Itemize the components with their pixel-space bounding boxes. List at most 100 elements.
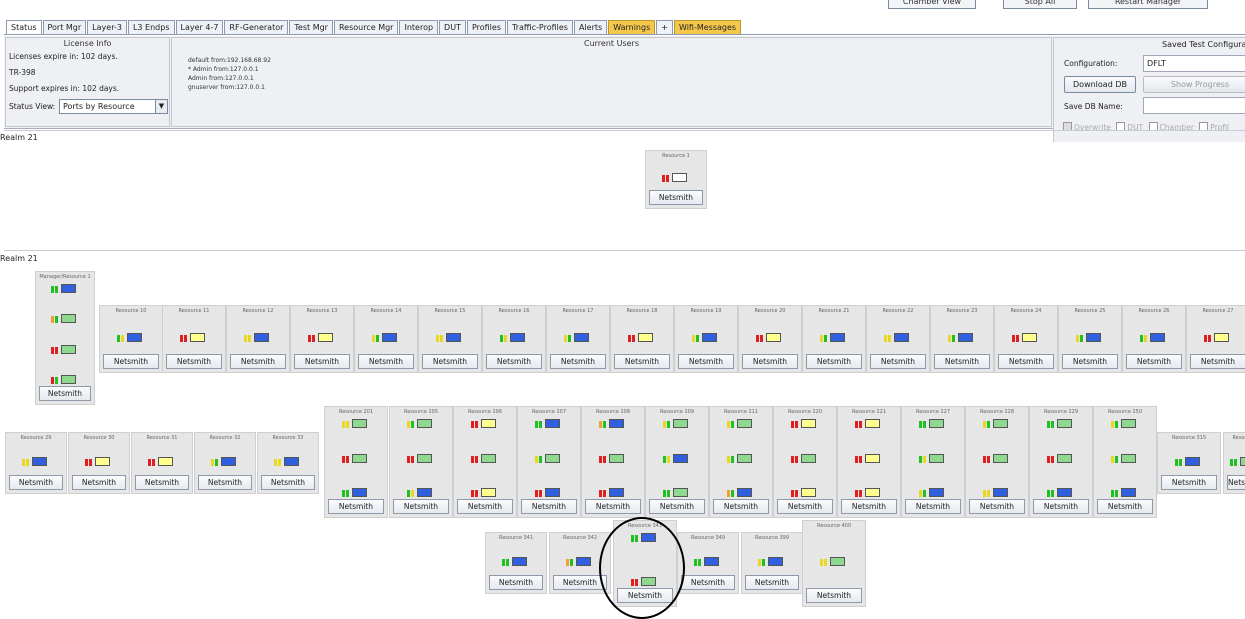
port-icon[interactable]: [61, 314, 76, 324]
resource-card[interactable]: Resource 23 Netsmith: [930, 305, 994, 373]
port-icon[interactable]: [254, 332, 269, 342]
resource-card[interactable]: Resource 27 Netsmith: [1186, 305, 1245, 373]
resource-card[interactable]: Resource 349 Netsmith: [677, 532, 739, 594]
tab-profiles[interactable]: Profiles: [466, 20, 506, 34]
netsmith-button[interactable]: Netsmith: [649, 499, 705, 514]
tab-traffic-profiles[interactable]: Traffic-Profiles: [507, 20, 573, 34]
port-icon[interactable]: [1150, 332, 1165, 342]
resource-card[interactable]: Resource 1 Netsmith: [645, 150, 707, 209]
resource-card[interactable]: Resource 18 Netsmith: [610, 305, 674, 373]
netsmith-button[interactable]: Netsmith: [870, 354, 926, 369]
port-icon[interactable]: [702, 332, 717, 342]
netsmith-button[interactable]: Netsmith: [841, 499, 897, 514]
resource-card[interactable]: Manager/Resource 1 Netsmith: [35, 271, 95, 405]
port-icon[interactable]: [512, 556, 527, 566]
port-icon[interactable]: [382, 332, 397, 342]
port-icon[interactable]: [673, 453, 688, 463]
port-icon[interactable]: [545, 419, 560, 428]
resource-card[interactable]: Resource 227 Netsmith: [901, 406, 965, 518]
netsmith-button[interactable]: Netsmith: [489, 575, 543, 590]
tab-port-mgr[interactable]: Port Mgr: [42, 20, 87, 34]
port-icon[interactable]: [673, 419, 688, 428]
port-icon[interactable]: [61, 284, 76, 293]
netsmith-button[interactable]: Netsmith: [745, 575, 799, 590]
port-icon[interactable]: [641, 533, 656, 542]
netsmith-button[interactable]: Netsmith: [617, 588, 673, 603]
netsmith-button[interactable]: Netsmith: [328, 499, 384, 514]
port-icon[interactable]: [284, 456, 299, 466]
netsmith-button[interactable]: Netsmith: [39, 386, 91, 401]
port-icon[interactable]: [576, 556, 591, 566]
netsmith-button[interactable]: Netsmith: [742, 354, 798, 369]
port-icon[interactable]: [61, 375, 76, 384]
port-icon[interactable]: [545, 453, 560, 463]
netsmith-button[interactable]: Netsmith: [1033, 499, 1089, 514]
resource-card[interactable]: Resource 250 Netsmith: [1093, 406, 1157, 518]
port-icon[interactable]: [61, 344, 76, 354]
tab-warnings[interactable]: Warnings: [608, 20, 656, 34]
netsmith-button[interactable]: Netsmith: [649, 190, 703, 205]
port-icon[interactable]: [1214, 332, 1229, 342]
port-icon[interactable]: [158, 456, 173, 466]
resource-card[interactable]: Resource 19 Netsmith: [674, 305, 738, 373]
port-icon[interactable]: [993, 488, 1008, 497]
resource-card[interactable]: Resource 11 Netsmith: [162, 305, 226, 373]
port-icon[interactable]: [417, 453, 432, 463]
resource-card[interactable]: Resource Netsmith: [1223, 432, 1245, 494]
port-icon[interactable]: [417, 419, 432, 428]
tab-status[interactable]: Status: [6, 20, 42, 34]
show-progress-button[interactable]: Show Progress: [1143, 76, 1245, 93]
resource-card[interactable]: Resource 341 Netsmith: [485, 532, 547, 594]
resource-card[interactable]: Resource 29 Netsmith: [5, 432, 67, 494]
port-icon[interactable]: [958, 332, 973, 342]
tab-test-mgr[interactable]: Test Mgr: [289, 20, 333, 34]
resource-card[interactable]: Resource 211 Netsmith: [709, 406, 773, 518]
resource-card[interactable]: Resource 12 Netsmith: [226, 305, 290, 373]
netsmith-button[interactable]: Netsmith: [905, 499, 961, 514]
netsmith-button[interactable]: Netsmith: [230, 354, 286, 369]
resource-card[interactable]: Resource 30 Netsmith: [68, 432, 130, 494]
port-icon[interactable]: [704, 556, 719, 566]
port-icon[interactable]: [318, 332, 333, 342]
port-icon[interactable]: [95, 456, 110, 466]
tab-wifi-messages[interactable]: Wifi-Messages: [673, 20, 742, 34]
resource-card[interactable]: Resource 25 Netsmith: [1058, 305, 1122, 373]
port-icon[interactable]: [545, 488, 560, 497]
port-icon[interactable]: [417, 488, 432, 497]
resource-card[interactable]: Resource 228 Netsmith: [965, 406, 1029, 518]
tab-layer-3[interactable]: Layer-3: [87, 20, 127, 34]
port-icon[interactable]: [1086, 332, 1101, 342]
port-icon[interactable]: [865, 419, 880, 428]
port-icon[interactable]: [609, 488, 624, 497]
resource-card[interactable]: Resource 343 Netsmith: [613, 520, 677, 607]
port-icon[interactable]: [352, 453, 367, 463]
port-icon[interactable]: [766, 332, 781, 342]
netsmith-button[interactable]: Netsmith: [934, 354, 990, 369]
resource-card[interactable]: Resource 220 Netsmith: [773, 406, 837, 518]
resource-card[interactable]: Resource 221 Netsmith: [837, 406, 901, 518]
configuration-input[interactable]: DFLT: [1143, 55, 1245, 72]
netsmith-button[interactable]: Netsmith: [1097, 499, 1153, 514]
resource-card[interactable]: Resource 229 Netsmith: [1029, 406, 1093, 518]
port-icon[interactable]: [481, 488, 496, 497]
port-icon[interactable]: [830, 557, 845, 566]
port-icon[interactable]: [801, 488, 816, 497]
restart-manager-button[interactable]: Restart Manager: [1088, 0, 1208, 9]
resource-card[interactable]: Resource 22 Netsmith: [866, 305, 930, 373]
netsmith-button[interactable]: Netsmith: [486, 354, 542, 369]
port-icon[interactable]: [993, 453, 1008, 463]
port-icon[interactable]: [1057, 453, 1072, 463]
resource-card[interactable]: Resource 31 Netsmith: [131, 432, 193, 494]
netsmith-button[interactable]: Netsmith: [166, 354, 222, 369]
port-icon[interactable]: [446, 332, 461, 342]
port-icon[interactable]: [190, 332, 205, 342]
port-icon[interactable]: [801, 419, 816, 428]
port-icon[interactable]: [993, 419, 1008, 428]
netsmith-button[interactable]: Netsmith: [585, 499, 641, 514]
port-icon[interactable]: [1121, 453, 1136, 463]
port-icon[interactable]: [929, 419, 944, 428]
netsmith-button[interactable]: Netsmith: [457, 499, 513, 514]
netsmith-button[interactable]: Netsmith: [1227, 475, 1245, 490]
port-icon[interactable]: [481, 453, 496, 463]
netsmith-button[interactable]: Netsmith: [1190, 354, 1245, 369]
